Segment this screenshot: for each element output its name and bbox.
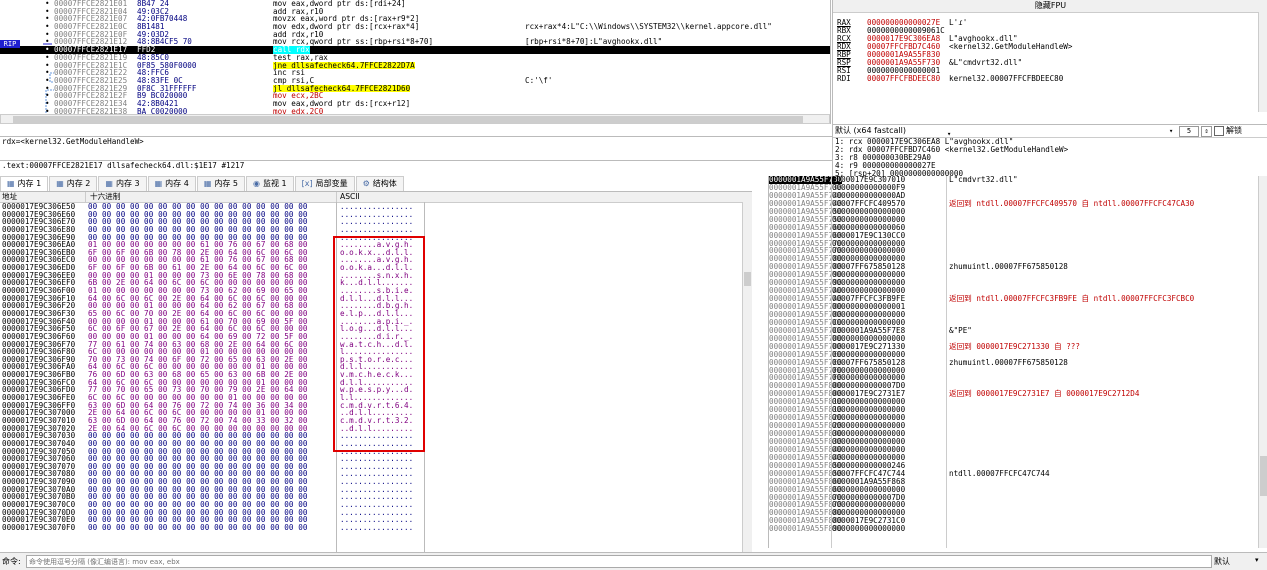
struct-icon: ⚙ <box>362 179 370 188</box>
highlight-box <box>333 236 425 452</box>
register-panel[interactable]: 隐藏FPU RAX 000000000000027E L'ɾ' RBX 00000000… <box>832 0 1267 124</box>
spinner-arrows-icon[interactable]: ⇕ <box>1201 126 1212 137</box>
tab-label: 内存 2 <box>66 179 91 188</box>
register-vscroll[interactable] <box>1258 12 1267 112</box>
disasm-comment: rcx+rax*4:L"C:\\Windows\\SYSTEM32\\kerne… <box>525 22 772 32</box>
disasm-hscroll[interactable] <box>0 114 830 124</box>
command-label: 命令: <box>2 557 21 566</box>
unlock-checkbox[interactable] <box>1214 126 1224 136</box>
command-bar: 命令: 默认 ▾ <box>0 552 1267 570</box>
register-comment: <kernel32.GetModuleHandleW> <box>949 42 1073 51</box>
register-rows: RAX 000000000000027E L'ɾ' RBX 00000000000090… <box>833 13 1267 83</box>
dump-vscroll[interactable] <box>742 202 752 552</box>
tab-6[interactable]: ◉ 监视 1 <box>246 176 294 191</box>
command-input[interactable] <box>26 555 1212 568</box>
call-args-panel[interactable]: 默认 (x64 fastcall) ▾ ▾ 5 ⇕ 解锁 1: rcx 0000… <box>832 124 1267 178</box>
dump-icon: ▦ <box>7 179 15 188</box>
dump-icon: ▦ <box>105 179 113 188</box>
tab-8[interactable]: ⚙ 结构体 <box>355 176 404 191</box>
stack-comment: &"PE" <box>949 325 972 335</box>
stack-value: 0000000000000000 <box>832 524 906 534</box>
register-value: 00007FFCFBDEEC80 <box>867 74 941 83</box>
stack-comment: 返回到 0000017E9C2731E7 自 0000017E9C2712D4 <box>949 389 1140 399</box>
tab-label: 内存 4 <box>165 179 189 188</box>
jump-arrows <box>43 43 54 120</box>
info-line-address: .text:00007FFCE2821E17 dllsafecheck64.dl… <box>0 160 832 171</box>
tab-label: 监视 1 <box>263 179 287 188</box>
disasm-comment: GetModuleHandleW <box>525 45 599 55</box>
register-comment: kernel32.00007FFCFBDEEC80 <box>949 74 1064 83</box>
stack-row[interactable]: 0000001A9A55F890 0000000000000000 <box>769 525 1267 533</box>
dump-row[interactable]: 0000017E9C3070F0 00 00 00 00 00 00 00 00 … <box>0 524 752 532</box>
tab-3[interactable]: ▦ 内存 3 <box>98 176 147 191</box>
tab-4[interactable]: ▦ 内存 4 <box>147 176 196 191</box>
watch-icon: ◉ <box>253 179 260 188</box>
stack-comment: zhumuintl.00007FF675850128 <box>949 357 1068 367</box>
tab-7[interactable]: [x] 局部变量 <box>294 176 355 191</box>
chevron-down-icon[interactable]: ▾ <box>1255 556 1259 564</box>
stack-rows: 0000001A9A55F730 0000017E9C307010 L"cmdvrt… <box>769 176 1267 533</box>
stack-vscroll[interactable] <box>1258 176 1267 548</box>
dump-icon: ▦ <box>56 179 64 188</box>
dump-col-address: 地址 <box>2 192 18 201</box>
tab-2[interactable]: ▦ 内存 2 <box>49 176 98 191</box>
tab-5[interactable]: ▦ 内存 5 <box>196 176 246 191</box>
arg-count-spinner[interactable]: 5 <box>1179 126 1199 137</box>
stack-comment: 返回到 ntdll.00007FFCFC409570 自 ntdll.00007… <box>949 198 1195 208</box>
dump-address: 0000017E9C3070F0 <box>2 522 76 532</box>
arg-rows: 1: rcx 0000017E9C306EA8 L"avghookx.dll" 2… <box>833 137 1267 178</box>
register-name: RDI <box>837 74 851 83</box>
tab-label: 内存 5 <box>214 179 239 188</box>
dump-col-ascii: ASCII <box>340 192 360 201</box>
stack-comment: L"cmdvrt32.dll" <box>949 176 1018 184</box>
tab-label: 局部变量 <box>315 179 348 188</box>
chevron-down-icon[interactable]: ▾ <box>1169 125 1173 137</box>
dump-col-hex: 十六进制 <box>90 192 121 201</box>
command-mode-select[interactable]: 默认 <box>1214 556 1230 567</box>
tab-1[interactable]: ▦ 内存 1 <box>0 176 49 191</box>
register-comment: &L"cmdvrt32.dll" <box>949 58 1023 67</box>
hide-fpu-button[interactable]: 隐藏FPU <box>833 0 1267 13</box>
tab-label: 结构体 <box>372 179 397 188</box>
dump-hex-bytes: 00 00 00 00 00 00 00 00 00 00 00 00 00 0… <box>88 522 308 532</box>
dump-ascii: ................ <box>340 522 414 532</box>
disasm-comment: C:'\f' <box>525 75 553 85</box>
tab-label: 内存 1 <box>17 179 42 188</box>
dump-icon: ▦ <box>203 179 212 188</box>
chevron-down-icon[interactable]: ▾ <box>947 128 951 140</box>
unlock-label: 解锁 <box>1226 126 1242 135</box>
stack-comment: 返回到 0000017E9C271330 自 ??? <box>949 341 1080 351</box>
stack-comment: ntdll.00007FFCFC47C744 <box>949 468 1050 478</box>
stack-comment: 返回到 ntdll.00007FFCFC3FB9FE 自 ntdll.00007… <box>949 294 1195 304</box>
tab-label: 内存 3 <box>115 179 140 188</box>
stack-comment: zhumuintl.00007FF675850128 <box>949 262 1068 272</box>
locals-icon: [x] <box>301 179 313 188</box>
dump-tabs: ▦ 内存 1 ▦ 内存 2 ▦ 内存 3 ▦ 内存 4 ▦ 内存 5 ◉ 监视 1 [x] 局部变量 ⚙ 结构… <box>0 176 480 191</box>
disassembly-rows: • 00007FFCE2821E01 8B47 24 mov eax,dword pt… <box>0 0 830 123</box>
calling-convention-select[interactable]: 默认 (x64 fastcall) <box>835 125 906 137</box>
disassembly-view[interactable]: • 00007FFCE2821E01 8B47 24 mov eax,dword pt… <box>0 0 831 124</box>
info-line-register: rdx=<kernel32.GetModuleHandleW> <box>0 136 832 147</box>
register-comment: L'ɾ' <box>949 18 968 27</box>
rip-label: RIP <box>0 40 20 48</box>
register-row[interactable]: RDI 00007FFCFBDEEC80 kernel32.00007FFCFBDE… <box>833 75 1267 83</box>
stack-view[interactable]: 0000001A9A55F730 0000017E9C307010 L"cmdvrt… <box>768 176 1267 548</box>
dump-icon: ▦ <box>154 179 163 188</box>
